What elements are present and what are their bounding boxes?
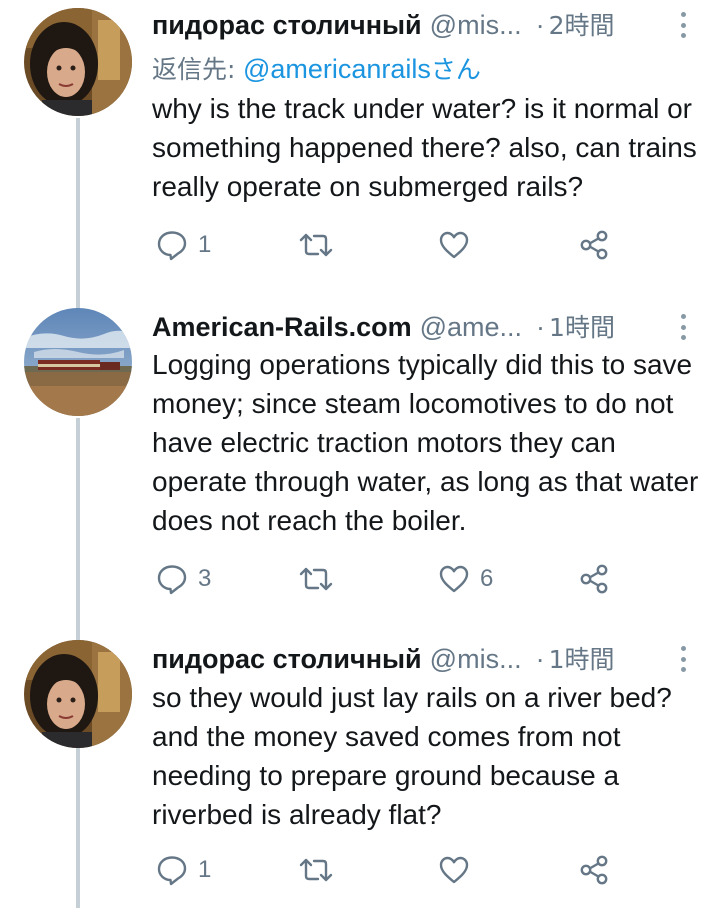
heart-icon [439, 856, 469, 884]
like-button[interactable]: 6 [438, 559, 493, 599]
tweet-header: American-Rails.com @ame... · 1時間 [152, 308, 692, 346]
retweet-icon [299, 233, 333, 257]
avatar[interactable] [24, 8, 132, 116]
share-icon [580, 230, 608, 260]
share-button[interactable] [578, 225, 610, 265]
share-button[interactable] [578, 559, 610, 599]
timestamp[interactable]: 1時間 [549, 640, 615, 676]
like-count: 6 [480, 565, 494, 592]
like-button[interactable] [438, 850, 480, 890]
more-options-icon[interactable] [680, 314, 686, 340]
action-bar: 1 [152, 850, 632, 890]
heart-icon [439, 565, 469, 593]
user-avatar-image [24, 8, 132, 116]
heart-icon [439, 231, 469, 259]
tweet-2[interactable]: American-Rails.com @ame... · 1時間 Logging… [0, 300, 720, 648]
retweet-button[interactable] [298, 559, 344, 599]
timestamp[interactable]: 1時間 [549, 308, 615, 344]
more-options-icon[interactable] [680, 12, 686, 38]
reply-button[interactable]: 1 [156, 225, 211, 265]
replying-to-label: 返信先: [152, 55, 236, 84]
retweet-button[interactable] [298, 850, 344, 890]
separator-dot: · [535, 10, 545, 40]
avatar[interactable] [24, 308, 132, 416]
reply-count: 1 [198, 231, 212, 258]
display-name[interactable]: пидорас столичный [152, 10, 422, 41]
timestamp[interactable]: 2時間 [549, 6, 615, 42]
tweet-1[interactable]: пидорас столичный @mis... · 2時間 返信先: @am… [0, 0, 720, 314]
tweet-text: Logging operations typically did this to… [152, 349, 699, 536]
share-icon [580, 855, 608, 885]
reply-count: 1 [198, 856, 212, 883]
user-handle[interactable]: @mis... [430, 644, 522, 675]
retweet-icon [299, 567, 333, 591]
separator-dot: · [536, 312, 546, 342]
reply-count: 3 [198, 565, 212, 592]
thread-connector-line [76, 118, 80, 314]
tweet-text: why is the track under water? is it norm… [152, 93, 697, 202]
display-name[interactable]: пидорас столичный [152, 644, 422, 675]
share-button[interactable] [578, 850, 610, 890]
avatar[interactable] [24, 640, 132, 748]
retweet-button[interactable] [298, 225, 344, 265]
separator-dot: · [535, 644, 545, 674]
mention-link[interactable]: @americanrails [243, 54, 431, 84]
tweet-3[interactable]: пидорас столичный @mis... · 1時間 so they … [0, 630, 720, 908]
tweet-header: пидорас столичный @mis... · 1時間 [152, 640, 692, 678]
reply-button[interactable]: 3 [156, 559, 211, 599]
reply-button[interactable]: 1 [156, 850, 211, 890]
action-bar: 1 [152, 225, 632, 265]
reply-thread: пидорас столичный @mis... · 2時間 返信先: @am… [0, 0, 720, 908]
share-icon [580, 564, 608, 594]
action-bar: 3 6 [152, 559, 632, 599]
reply-icon [157, 565, 187, 595]
reply-icon [157, 231, 187, 261]
thread-connector-line [76, 418, 80, 648]
tweet-header: пидорас столичный @mis... · 2時間 [152, 6, 692, 44]
retweet-icon [299, 858, 333, 882]
like-button[interactable] [438, 225, 480, 265]
more-options-icon[interactable] [680, 646, 686, 672]
user-handle[interactable]: @ame... [420, 312, 522, 343]
replying-to: 返信先: @americanrailsさん [152, 50, 481, 86]
user-handle[interactable]: @mis... [430, 10, 522, 41]
user-avatar-image [24, 308, 132, 416]
thread-connector-line [76, 748, 80, 908]
tweet-text: so they would just lay rails on a river … [152, 682, 672, 830]
user-avatar-image [24, 640, 132, 748]
reply-icon [157, 856, 187, 886]
display-name[interactable]: American-Rails.com [152, 312, 412, 343]
mention-honorific: さん [430, 55, 481, 84]
